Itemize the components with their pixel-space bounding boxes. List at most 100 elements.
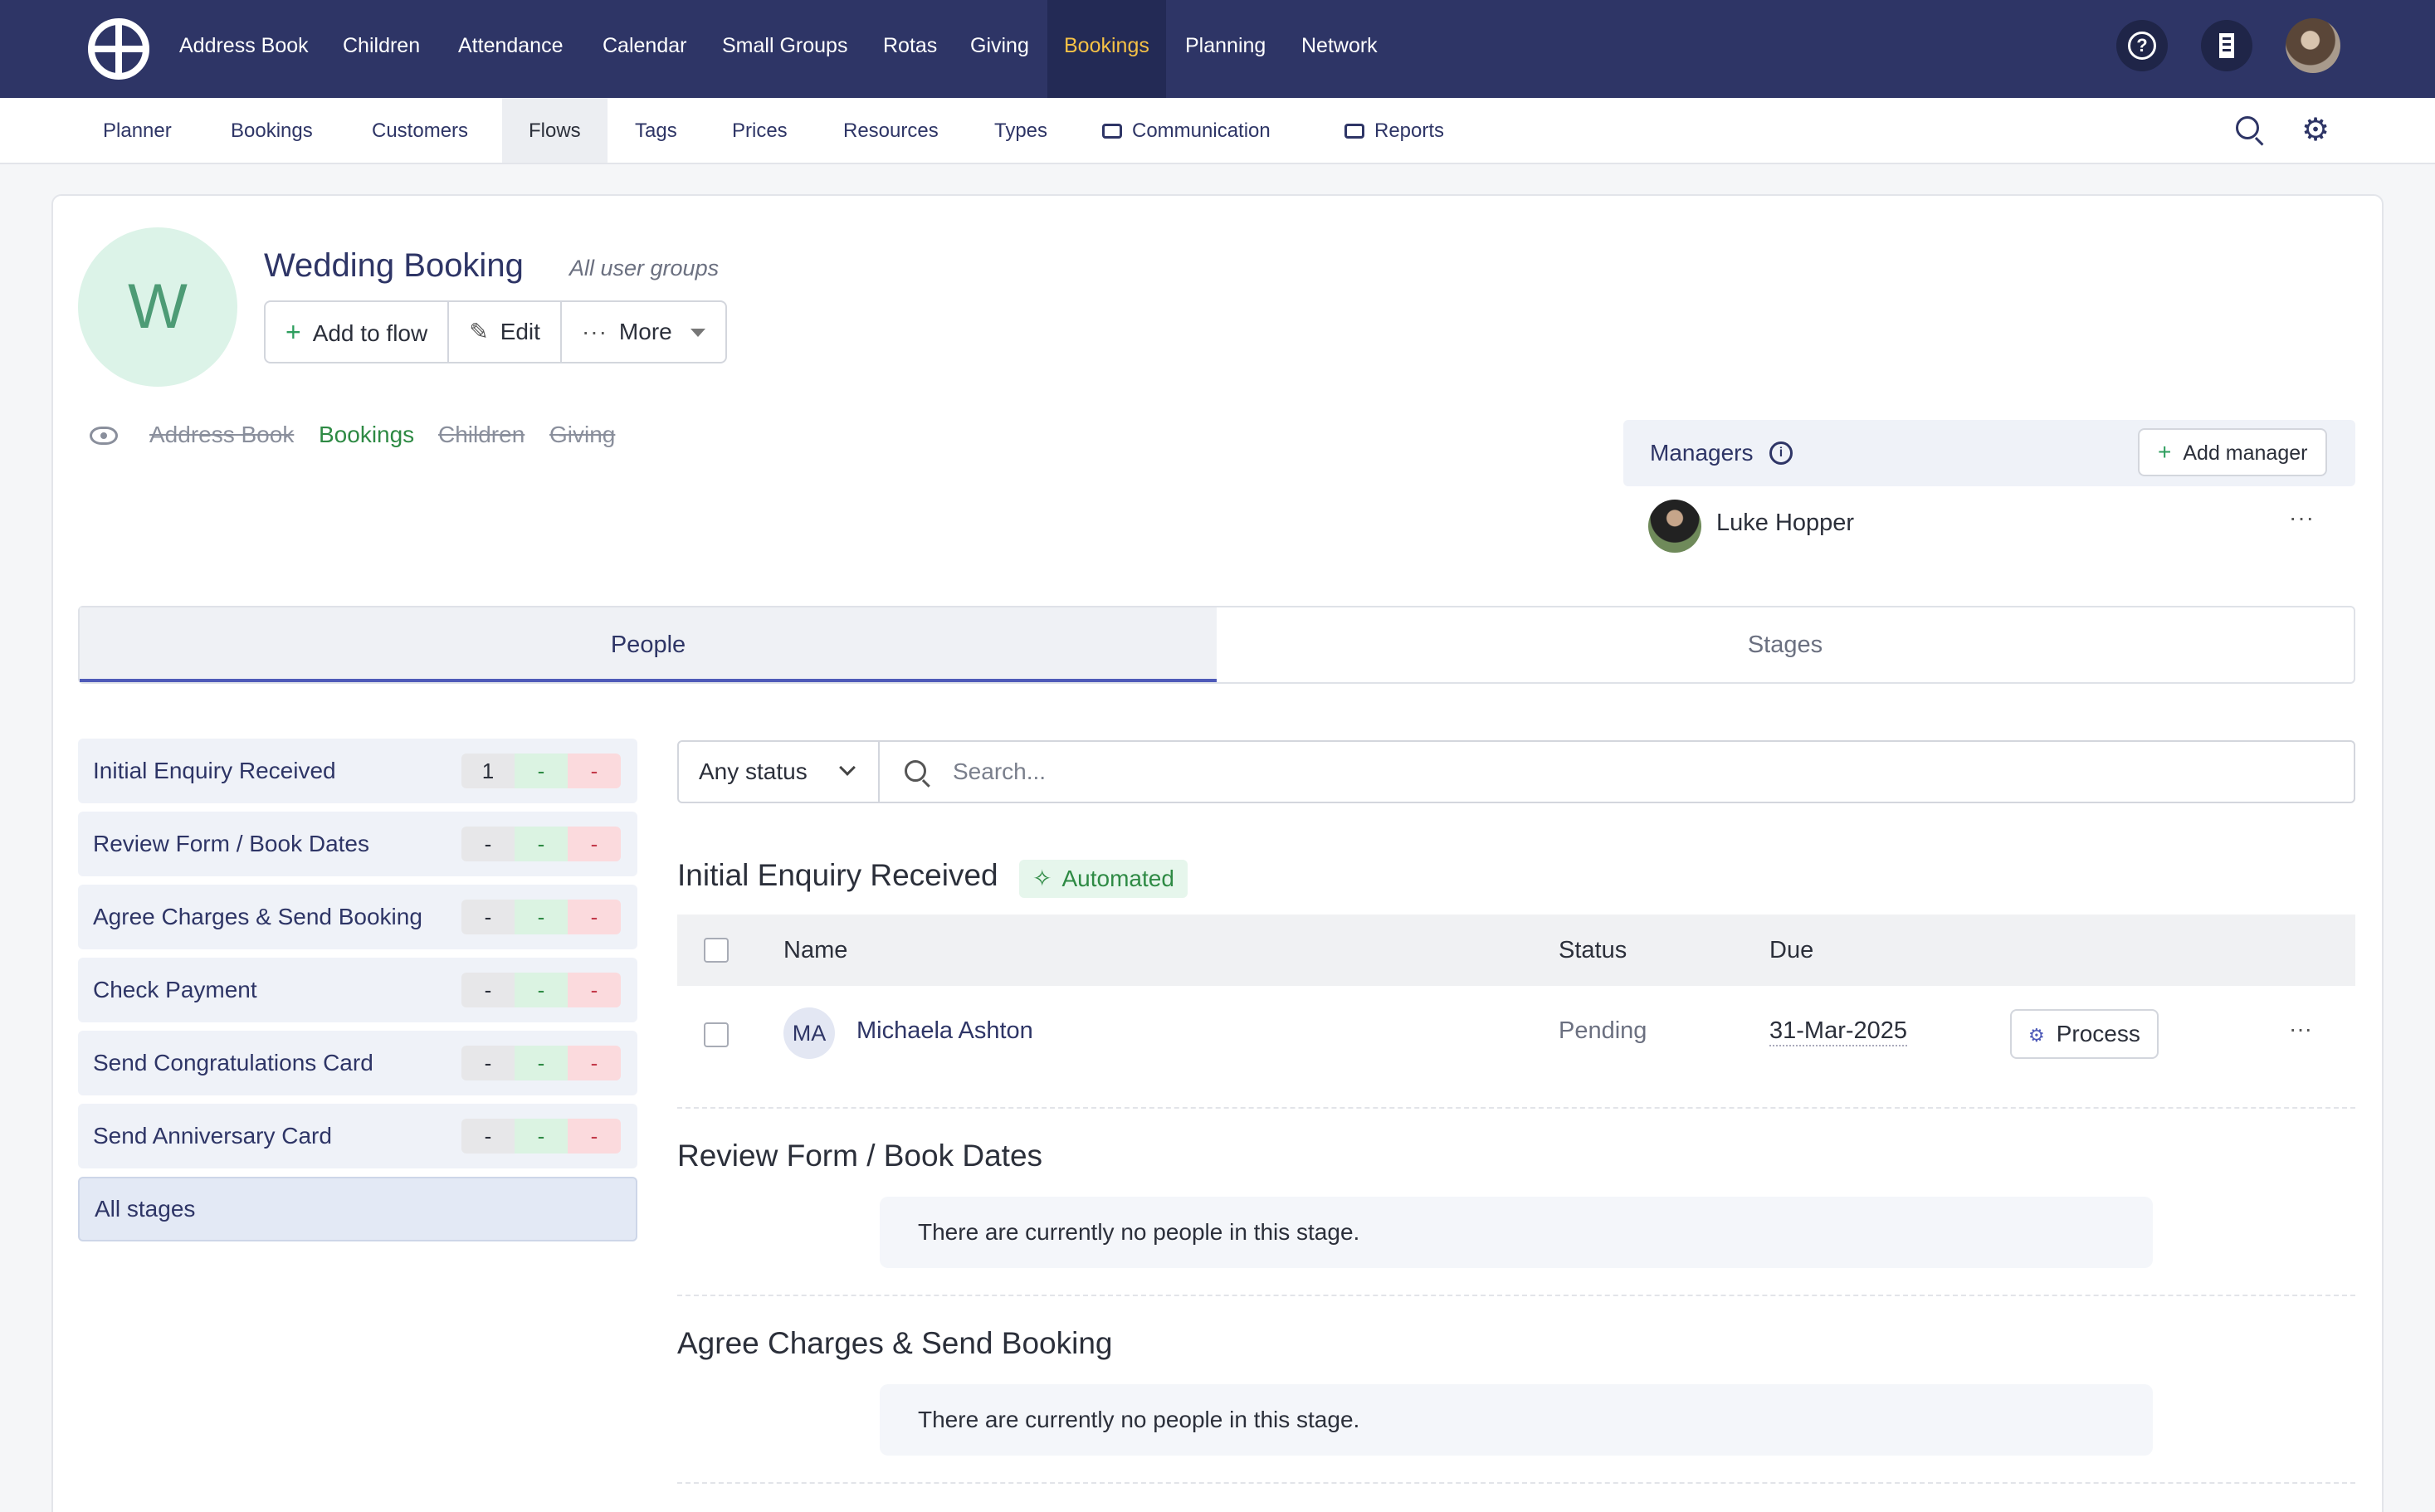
search-icon[interactable] [2236,116,2259,139]
subnav-tags[interactable]: Tags [635,98,677,163]
gear-icon[interactable]: ⚙ [2299,115,2332,146]
add-to-flow-button[interactable]: + Add to flow [266,302,450,362]
info-icon[interactable]: i [1769,441,1793,465]
stage-count-total: - [461,900,515,934]
tab-stages[interactable]: Stages [1217,607,2354,682]
subnav-reports-label: Reports [1374,119,1445,142]
table-row: MA Michaela Ashton Pending 31-Mar-2025 ⚙… [677,986,2355,1109]
nav-rotas[interactable]: Rotas [883,0,937,98]
row-checkbox[interactable] [704,1022,729,1047]
stage-count-overdue: - [568,973,621,1007]
subnav-bookings[interactable]: Bookings [231,98,313,163]
manager-name[interactable]: Luke Hopper [1716,510,1854,537]
managers-label: Managers [1650,440,1754,466]
subnav-types[interactable]: Types [994,98,1047,163]
plus-icon: + [285,317,301,347]
all-stages-label: All stages [95,1196,196,1222]
stage-item[interactable]: Send Anniversary Card - - - [78,1104,637,1168]
subnav-flows[interactable]: Flows [502,98,608,163]
all-stages-item[interactable]: All stages [78,1177,637,1241]
flow-user-groups: All user groups [569,256,720,280]
section-divider [677,1295,2355,1296]
person-name[interactable]: Michaela Ashton [856,1017,1033,1045]
subnav-planner[interactable]: Planner [103,98,172,163]
manager-avatar [1648,500,1701,553]
edit-button[interactable]: ✎ Edit [449,302,562,362]
stage-count-complete: - [515,973,568,1007]
subnav-communication[interactable]: Communication [1102,98,1271,163]
stage-name: Send Anniversary Card [93,1123,332,1149]
stage-count-complete: - [515,827,568,861]
nav-giving[interactable]: Giving [970,0,1029,98]
subnav-customers[interactable]: Customers [372,98,468,163]
edit-label: Edit [500,319,540,344]
column-status: Status [1559,937,1627,963]
process-button[interactable]: ⚙ Process [2010,1009,2159,1059]
stage-name: Check Payment [93,977,257,1002]
nav-address-book[interactable]: Address Book [179,0,309,98]
status-select[interactable]: Any status [679,742,880,802]
eye-icon [90,427,118,445]
nav-network[interactable]: Network [1301,0,1378,98]
section-divider [677,1482,2355,1484]
tab-people[interactable]: People [80,607,1217,682]
nav-children[interactable]: Children [343,0,420,98]
flow-actions: + Add to flow ✎ Edit ··· More [264,300,727,363]
select-all-checkbox[interactable] [704,938,729,963]
stage-name: Agree Charges & Send Booking [93,904,422,929]
more-label: More [618,319,672,344]
stage-name: Initial Enquiry Received [93,758,336,783]
view-tabs: People Stages [78,606,2355,684]
organisation-button[interactable] [2201,20,2252,71]
manager-more-icon[interactable]: ··· [2289,505,2315,531]
search-input[interactable] [953,750,2330,793]
folder-icon [1344,124,1364,139]
stage-name: Review Form / Book Dates [93,831,369,856]
stage-count-overdue: - [568,1046,621,1080]
add-manager-button[interactable]: + Add manager [2138,428,2328,476]
add-to-flow-label: Add to flow [312,320,428,346]
stage-item[interactable]: Agree Charges & Send Booking - - - [78,885,637,949]
stage-count-total: - [461,1046,515,1080]
app-logo-icon[interactable] [88,18,149,80]
subnav-resources[interactable]: Resources [843,98,939,163]
row-more-icon[interactable]: ··· [2289,1016,2312,1042]
help-icon: ? [2128,32,2156,60]
search-icon [905,760,926,782]
person-status: Pending [1559,1017,1647,1044]
nav-small-groups[interactable]: Small Groups [722,0,847,98]
stage-count-complete: - [515,1046,568,1080]
nav-planning[interactable]: Planning [1185,0,1266,98]
dots-icon: ··· [581,319,608,344]
stage-count-total: - [461,973,515,1007]
nav-calendar[interactable]: Calendar [603,0,686,98]
caret-down-icon [690,329,705,337]
stage-item[interactable]: Send Congratulations Card - - - [78,1031,637,1095]
visibility-giving: Giving [549,422,616,447]
person-due: 31-Mar-2025 [1769,1017,1908,1046]
subnav-prices[interactable]: Prices [732,98,788,163]
stage-count-complete: - [515,754,568,788]
process-label: Process [2056,1021,2140,1046]
filter-bar: Any status [677,740,2355,803]
managers-panel: Managers i + Add manager [1623,420,2355,486]
stage-item[interactable]: Check Payment - - - [78,958,637,1022]
stage-item[interactable]: Initial Enquiry Received 1 - - [78,739,637,803]
stage-item[interactable]: Review Form / Book Dates - - - [78,812,637,876]
more-button[interactable]: ··· More [562,302,725,362]
stage-count-overdue: - [568,827,621,861]
help-button[interactable]: ? [2116,20,2168,71]
subnav-communication-label: Communication [1132,119,1271,142]
page-title: Wedding Booking [264,247,524,284]
nav-attendance[interactable]: Attendance [458,0,564,98]
stage-count-overdue: - [568,900,621,934]
chat-icon [1102,124,1122,139]
cog-icon: ⚙ [2028,1025,2045,1046]
nav-bookings[interactable]: Bookings [1047,0,1166,98]
user-avatar[interactable] [2286,18,2340,73]
stage-count-total: - [461,827,515,861]
stage-count-total: - [461,1119,515,1154]
pencil-icon: ✎ [469,319,489,344]
subnav-reports[interactable]: Reports [1344,98,1444,163]
automated-badge-label: Automated [1061,866,1174,891]
